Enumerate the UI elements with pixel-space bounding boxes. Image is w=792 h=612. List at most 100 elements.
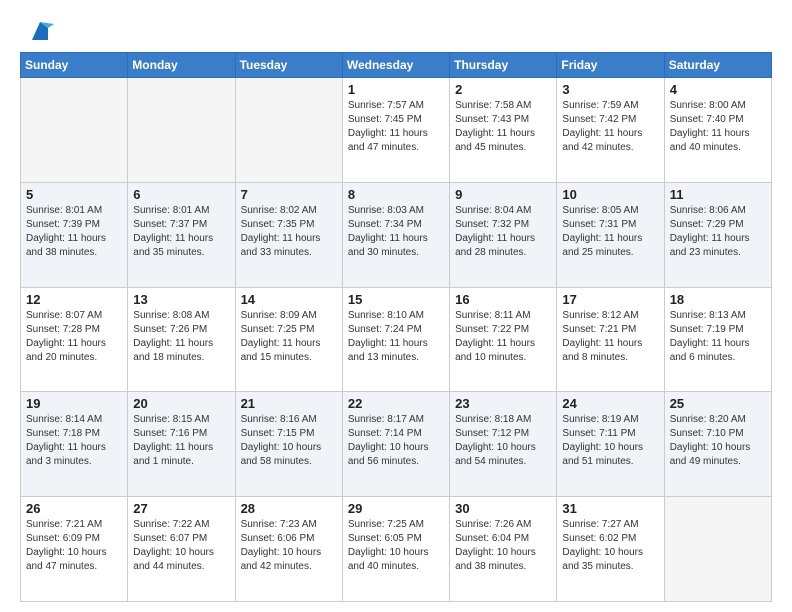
day-info: Sunrise: 8:09 AM Sunset: 7:25 PM Dayligh… bbox=[241, 309, 337, 365]
day-cell: 2 Sunrise: 7:58 AM Sunset: 7:43 PM Daylig… bbox=[450, 78, 557, 183]
day-number: 16 bbox=[455, 292, 551, 307]
day-cell: 31Sunrise: 7:27 AM Sunset: 6:02 PM Dayli… bbox=[557, 497, 664, 602]
day-number: 11 bbox=[670, 187, 766, 202]
day-cell bbox=[21, 78, 128, 183]
day-cell: 1 Sunrise: 7:57 AM Sunset: 7:45 PM Daylig… bbox=[342, 78, 449, 183]
week-row-1: 1 Sunrise: 7:57 AM Sunset: 7:45 PM Daylig… bbox=[21, 78, 772, 183]
day-info: Sunrise: 7:21 AM Sunset: 6:09 PM Dayligh… bbox=[26, 518, 122, 574]
day-cell: 30Sunrise: 7:26 AM Sunset: 6:04 PM Dayli… bbox=[450, 497, 557, 602]
day-cell: 20 Sunrise: 8:15 AM Sunset: 7:16 PM Dayli… bbox=[128, 392, 235, 497]
day-number: 23 bbox=[455, 396, 551, 411]
day-info: Sunrise: 8:12 AM Sunset: 7:21 PM Dayligh… bbox=[562, 309, 658, 365]
day-cell: 21 Sunrise: 8:16 AM Sunset: 7:15 PM Dayli… bbox=[235, 392, 342, 497]
day-info: Sunrise: 8:02 AM Sunset: 7:35 PM Dayligh… bbox=[241, 204, 337, 260]
day-number: 13 bbox=[133, 292, 229, 307]
weekday-wednesday: Wednesday bbox=[342, 53, 449, 78]
day-number: 19 bbox=[26, 396, 122, 411]
day-number: 9 bbox=[455, 187, 551, 202]
day-number: 21 bbox=[241, 396, 337, 411]
day-cell: 12 Sunrise: 8:07 AM Sunset: 7:28 PM Dayli… bbox=[21, 287, 128, 392]
header bbox=[20, 18, 772, 42]
day-number: 28 bbox=[241, 501, 337, 516]
day-info: Sunrise: 8:17 AM Sunset: 7:14 PM Dayligh… bbox=[348, 413, 444, 469]
day-number: 25 bbox=[670, 396, 766, 411]
day-number: 22 bbox=[348, 396, 444, 411]
day-cell: 14 Sunrise: 8:09 AM Sunset: 7:25 PM Dayli… bbox=[235, 287, 342, 392]
day-number: 20 bbox=[133, 396, 229, 411]
day-cell: 23Sunrise: 8:18 AM Sunset: 7:12 PM Dayli… bbox=[450, 392, 557, 497]
day-number: 14 bbox=[241, 292, 337, 307]
day-info: Sunrise: 8:03 AM Sunset: 7:34 PM Dayligh… bbox=[348, 204, 444, 260]
day-info: Sunrise: 7:59 AM Sunset: 7:42 PM Dayligh… bbox=[562, 99, 658, 155]
day-cell: 25 Sunrise: 8:20 AM Sunset: 7:10 PM Dayli… bbox=[664, 392, 771, 497]
day-cell: 8Sunrise: 8:03 AM Sunset: 7:34 PM Daylig… bbox=[342, 182, 449, 287]
day-number: 5 bbox=[26, 187, 122, 202]
week-row-2: 5Sunrise: 8:01 AM Sunset: 7:39 PM Daylig… bbox=[21, 182, 772, 287]
day-info: Sunrise: 8:20 AM Sunset: 7:10 PM Dayligh… bbox=[670, 413, 766, 469]
day-cell: 15 Sunrise: 8:10 AM Sunset: 7:24 PM Dayli… bbox=[342, 287, 449, 392]
weekday-saturday: Saturday bbox=[664, 53, 771, 78]
day-info: Sunrise: 8:05 AM Sunset: 7:31 PM Dayligh… bbox=[562, 204, 658, 260]
day-number: 3 bbox=[562, 82, 658, 97]
day-cell: 5Sunrise: 8:01 AM Sunset: 7:39 PM Daylig… bbox=[21, 182, 128, 287]
day-number: 2 bbox=[455, 82, 551, 97]
day-cell bbox=[235, 78, 342, 183]
weekday-thursday: Thursday bbox=[450, 53, 557, 78]
day-cell: 9 Sunrise: 8:04 AM Sunset: 7:32 PM Daylig… bbox=[450, 182, 557, 287]
day-cell: 18 Sunrise: 8:13 AM Sunset: 7:19 PM Dayli… bbox=[664, 287, 771, 392]
day-info: Sunrise: 7:25 AM Sunset: 6:05 PM Dayligh… bbox=[348, 518, 444, 574]
week-row-4: 19 Sunrise: 8:14 AM Sunset: 7:18 PM Dayli… bbox=[21, 392, 772, 497]
logo bbox=[20, 18, 54, 42]
day-info: Sunrise: 7:23 AM Sunset: 6:06 PM Dayligh… bbox=[241, 518, 337, 574]
day-info: Sunrise: 8:15 AM Sunset: 7:16 PM Dayligh… bbox=[133, 413, 229, 469]
day-cell: 26 Sunrise: 7:21 AM Sunset: 6:09 PM Dayli… bbox=[21, 497, 128, 602]
day-cell: 27 Sunrise: 7:22 AM Sunset: 6:07 PM Dayli… bbox=[128, 497, 235, 602]
day-cell: 13Sunrise: 8:08 AM Sunset: 7:26 PM Dayli… bbox=[128, 287, 235, 392]
weekday-header-row: SundayMondayTuesdayWednesdayThursdayFrid… bbox=[21, 53, 772, 78]
day-info: Sunrise: 8:14 AM Sunset: 7:18 PM Dayligh… bbox=[26, 413, 122, 469]
day-cell: 24Sunrise: 8:19 AM Sunset: 7:11 PM Dayli… bbox=[557, 392, 664, 497]
day-info: Sunrise: 8:11 AM Sunset: 7:22 PM Dayligh… bbox=[455, 309, 551, 365]
day-number: 18 bbox=[670, 292, 766, 307]
day-cell: 7Sunrise: 8:02 AM Sunset: 7:35 PM Daylig… bbox=[235, 182, 342, 287]
day-info: Sunrise: 8:01 AM Sunset: 7:37 PM Dayligh… bbox=[133, 204, 229, 260]
day-info: Sunrise: 7:58 AM Sunset: 7:43 PM Dayligh… bbox=[455, 99, 551, 155]
day-number: 1 bbox=[348, 82, 444, 97]
day-info: Sunrise: 8:07 AM Sunset: 7:28 PM Dayligh… bbox=[26, 309, 122, 365]
day-cell bbox=[664, 497, 771, 602]
day-info: Sunrise: 7:22 AM Sunset: 6:07 PM Dayligh… bbox=[133, 518, 229, 574]
day-number: 30 bbox=[455, 501, 551, 516]
page: SundayMondayTuesdayWednesdayThursdayFrid… bbox=[0, 0, 792, 612]
day-cell: 16 Sunrise: 8:11 AM Sunset: 7:22 PM Dayli… bbox=[450, 287, 557, 392]
day-info: Sunrise: 8:16 AM Sunset: 7:15 PM Dayligh… bbox=[241, 413, 337, 469]
day-number: 17 bbox=[562, 292, 658, 307]
day-number: 27 bbox=[133, 501, 229, 516]
day-number: 15 bbox=[348, 292, 444, 307]
day-info: Sunrise: 8:00 AM Sunset: 7:40 PM Dayligh… bbox=[670, 99, 766, 155]
day-cell: 10 Sunrise: 8:05 AM Sunset: 7:31 PM Dayli… bbox=[557, 182, 664, 287]
day-cell: 19 Sunrise: 8:14 AM Sunset: 7:18 PM Dayli… bbox=[21, 392, 128, 497]
day-number: 26 bbox=[26, 501, 122, 516]
weekday-friday: Friday bbox=[557, 53, 664, 78]
day-number: 10 bbox=[562, 187, 658, 202]
day-cell: 11 Sunrise: 8:06 AM Sunset: 7:29 PM Dayli… bbox=[664, 182, 771, 287]
day-cell bbox=[128, 78, 235, 183]
day-info: Sunrise: 7:57 AM Sunset: 7:45 PM Dayligh… bbox=[348, 99, 444, 155]
day-info: Sunrise: 8:13 AM Sunset: 7:19 PM Dayligh… bbox=[670, 309, 766, 365]
day-info: Sunrise: 8:04 AM Sunset: 7:32 PM Dayligh… bbox=[455, 204, 551, 260]
weekday-monday: Monday bbox=[128, 53, 235, 78]
day-cell: 28 Sunrise: 7:23 AM Sunset: 6:06 PM Dayli… bbox=[235, 497, 342, 602]
day-info: Sunrise: 8:10 AM Sunset: 7:24 PM Dayligh… bbox=[348, 309, 444, 365]
day-info: Sunrise: 7:27 AM Sunset: 6:02 PM Dayligh… bbox=[562, 518, 658, 574]
day-number: 29 bbox=[348, 501, 444, 516]
day-cell: 29 Sunrise: 7:25 AM Sunset: 6:05 PM Dayli… bbox=[342, 497, 449, 602]
day-info: Sunrise: 8:19 AM Sunset: 7:11 PM Dayligh… bbox=[562, 413, 658, 469]
logo-icon bbox=[26, 18, 54, 46]
day-cell: 3 Sunrise: 7:59 AM Sunset: 7:42 PM Daylig… bbox=[557, 78, 664, 183]
day-info: Sunrise: 8:06 AM Sunset: 7:29 PM Dayligh… bbox=[670, 204, 766, 260]
day-cell: 4Sunrise: 8:00 AM Sunset: 7:40 PM Daylig… bbox=[664, 78, 771, 183]
day-cell: 17 Sunrise: 8:12 AM Sunset: 7:21 PM Dayli… bbox=[557, 287, 664, 392]
day-cell: 6Sunrise: 8:01 AM Sunset: 7:37 PM Daylig… bbox=[128, 182, 235, 287]
day-number: 12 bbox=[26, 292, 122, 307]
day-cell: 22 Sunrise: 8:17 AM Sunset: 7:14 PM Dayli… bbox=[342, 392, 449, 497]
